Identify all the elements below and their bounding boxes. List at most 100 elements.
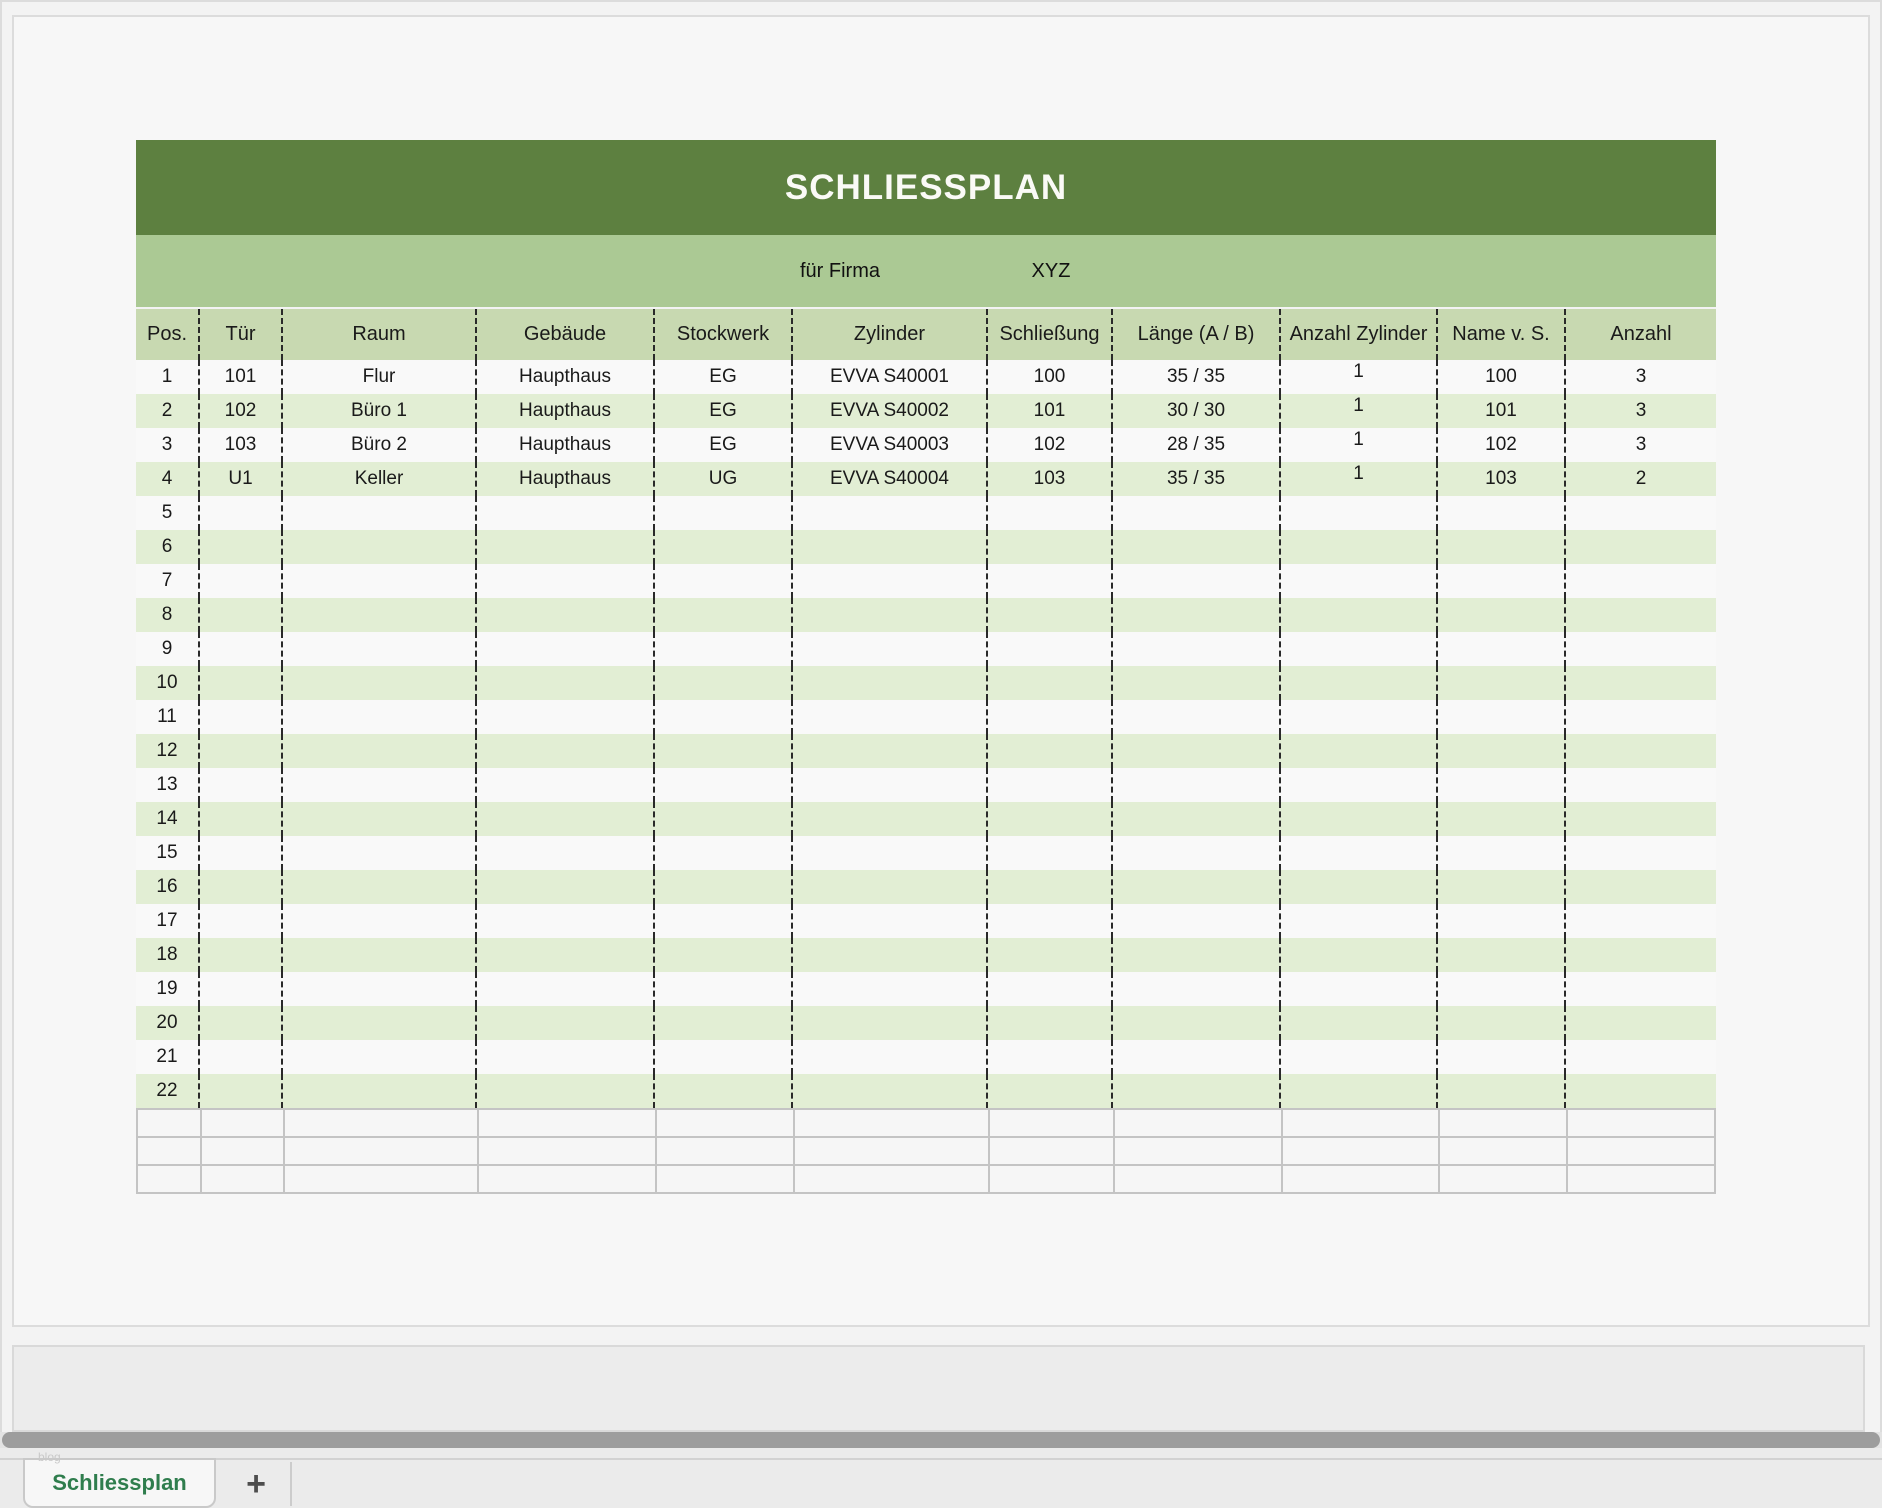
column-header[interactable]: Tür: [198, 309, 281, 360]
table-cell[interactable]: [1279, 700, 1436, 734]
table-cell[interactable]: [1279, 870, 1436, 904]
table-cell[interactable]: [791, 836, 986, 870]
table-cell[interactable]: EG: [653, 428, 791, 462]
table-cell[interactable]: Haupthaus: [475, 394, 653, 428]
table-cell[interactable]: 1: [1279, 394, 1436, 428]
table-cell[interactable]: [1111, 972, 1279, 1006]
table-cell[interactable]: [198, 734, 281, 768]
pos-cell[interactable]: 5: [136, 496, 198, 530]
table-cell[interactable]: [1564, 564, 1716, 598]
table-cell[interactable]: [986, 768, 1111, 802]
table-cell[interactable]: [986, 1074, 1111, 1108]
table-cell[interactable]: [1564, 1006, 1716, 1040]
table-cell[interactable]: 30 / 30: [1111, 394, 1279, 428]
pos-cell[interactable]: 1: [136, 360, 198, 394]
table-cell[interactable]: [281, 802, 475, 836]
pos-cell[interactable]: 22: [136, 1074, 198, 1108]
table-cell[interactable]: Büro 2: [281, 428, 475, 462]
table-cell[interactable]: [791, 666, 986, 700]
table-cell[interactable]: [1564, 598, 1716, 632]
pos-cell[interactable]: 13: [136, 768, 198, 802]
table-cell[interactable]: [281, 700, 475, 734]
table-cell[interactable]: 100: [1436, 360, 1564, 394]
table-cell[interactable]: [791, 972, 986, 1006]
table-cell[interactable]: [1279, 564, 1436, 598]
footer-cell[interactable]: [283, 1110, 477, 1136]
pos-cell[interactable]: 16: [136, 870, 198, 904]
footer-cell[interactable]: [1566, 1166, 1718, 1192]
footer-cell[interactable]: [655, 1166, 793, 1192]
table-cell[interactable]: [1564, 836, 1716, 870]
table-cell[interactable]: [1564, 530, 1716, 564]
table-cell[interactable]: [1279, 632, 1436, 666]
table-cell[interactable]: [1279, 496, 1436, 530]
table-cell[interactable]: [791, 1040, 986, 1074]
table-cell[interactable]: [281, 836, 475, 870]
table-cell[interactable]: Haupthaus: [475, 462, 653, 496]
table-cell[interactable]: U1: [198, 462, 281, 496]
pos-cell[interactable]: 10: [136, 666, 198, 700]
table-cell[interactable]: [1564, 972, 1716, 1006]
table-cell[interactable]: EVVA S40001: [791, 360, 986, 394]
table-cell[interactable]: EVVA S40004: [791, 462, 986, 496]
table-cell[interactable]: [281, 564, 475, 598]
table-cell[interactable]: [986, 972, 1111, 1006]
column-header[interactable]: Name v. S.: [1436, 309, 1564, 360]
table-cell[interactable]: [475, 1006, 653, 1040]
table-cell[interactable]: [1279, 530, 1436, 564]
footer-cell[interactable]: [1438, 1138, 1566, 1164]
table-cell[interactable]: [791, 802, 986, 836]
footer-cell[interactable]: [793, 1166, 988, 1192]
table-cell[interactable]: [475, 530, 653, 564]
table-cell[interactable]: [1564, 938, 1716, 972]
table-cell[interactable]: [653, 632, 791, 666]
table-cell[interactable]: [1436, 802, 1564, 836]
table-cell[interactable]: [1111, 1040, 1279, 1074]
table-cell[interactable]: 28 / 35: [1111, 428, 1279, 462]
table-cell[interactable]: 103: [986, 462, 1111, 496]
table-cell[interactable]: [1564, 1040, 1716, 1074]
table-cell[interactable]: [1111, 938, 1279, 972]
add-sheet-button[interactable]: +: [234, 1462, 278, 1506]
table-cell[interactable]: [1111, 598, 1279, 632]
table-cell[interactable]: [1436, 632, 1564, 666]
table-cell[interactable]: Keller: [281, 462, 475, 496]
table-cell[interactable]: [986, 1040, 1111, 1074]
table-cell[interactable]: EG: [653, 360, 791, 394]
table-cell[interactable]: [1279, 938, 1436, 972]
table-cell[interactable]: [1111, 666, 1279, 700]
table-cell[interactable]: [1111, 564, 1279, 598]
table-cell[interactable]: [1436, 1074, 1564, 1108]
table-cell[interactable]: [475, 598, 653, 632]
footer-cell[interactable]: [138, 1110, 200, 1136]
table-cell[interactable]: [1111, 530, 1279, 564]
table-cell[interactable]: [281, 632, 475, 666]
footer-cell[interactable]: [200, 1110, 283, 1136]
pos-cell[interactable]: 3: [136, 428, 198, 462]
footer-cell[interactable]: [283, 1166, 477, 1192]
pos-cell[interactable]: 14: [136, 802, 198, 836]
table-cell[interactable]: [791, 734, 986, 768]
table-cell[interactable]: 102: [198, 394, 281, 428]
table-cell[interactable]: [1436, 530, 1564, 564]
table-cell[interactable]: 102: [1436, 428, 1564, 462]
footer-cell[interactable]: [988, 1138, 1113, 1164]
table-cell[interactable]: [1564, 666, 1716, 700]
footer-cell[interactable]: [200, 1166, 283, 1192]
table-cell[interactable]: [198, 904, 281, 938]
table-cell[interactable]: [475, 972, 653, 1006]
footer-cell[interactable]: [793, 1110, 988, 1136]
table-cell[interactable]: [986, 870, 1111, 904]
table-cell[interactable]: [1436, 938, 1564, 972]
footer-cell[interactable]: [1113, 1138, 1281, 1164]
footer-cell[interactable]: [138, 1138, 200, 1164]
horizontal-scrollbar-thumb[interactable]: [2, 1432, 1880, 1448]
table-cell[interactable]: [1436, 972, 1564, 1006]
column-header[interactable]: Anzahl: [1564, 309, 1716, 360]
table-cell[interactable]: [198, 632, 281, 666]
table-cell[interactable]: [1279, 1074, 1436, 1108]
table-cell[interactable]: [1279, 768, 1436, 802]
table-cell[interactable]: [198, 870, 281, 904]
table-cell[interactable]: 100: [986, 360, 1111, 394]
table-cell[interactable]: 3: [1564, 394, 1716, 428]
